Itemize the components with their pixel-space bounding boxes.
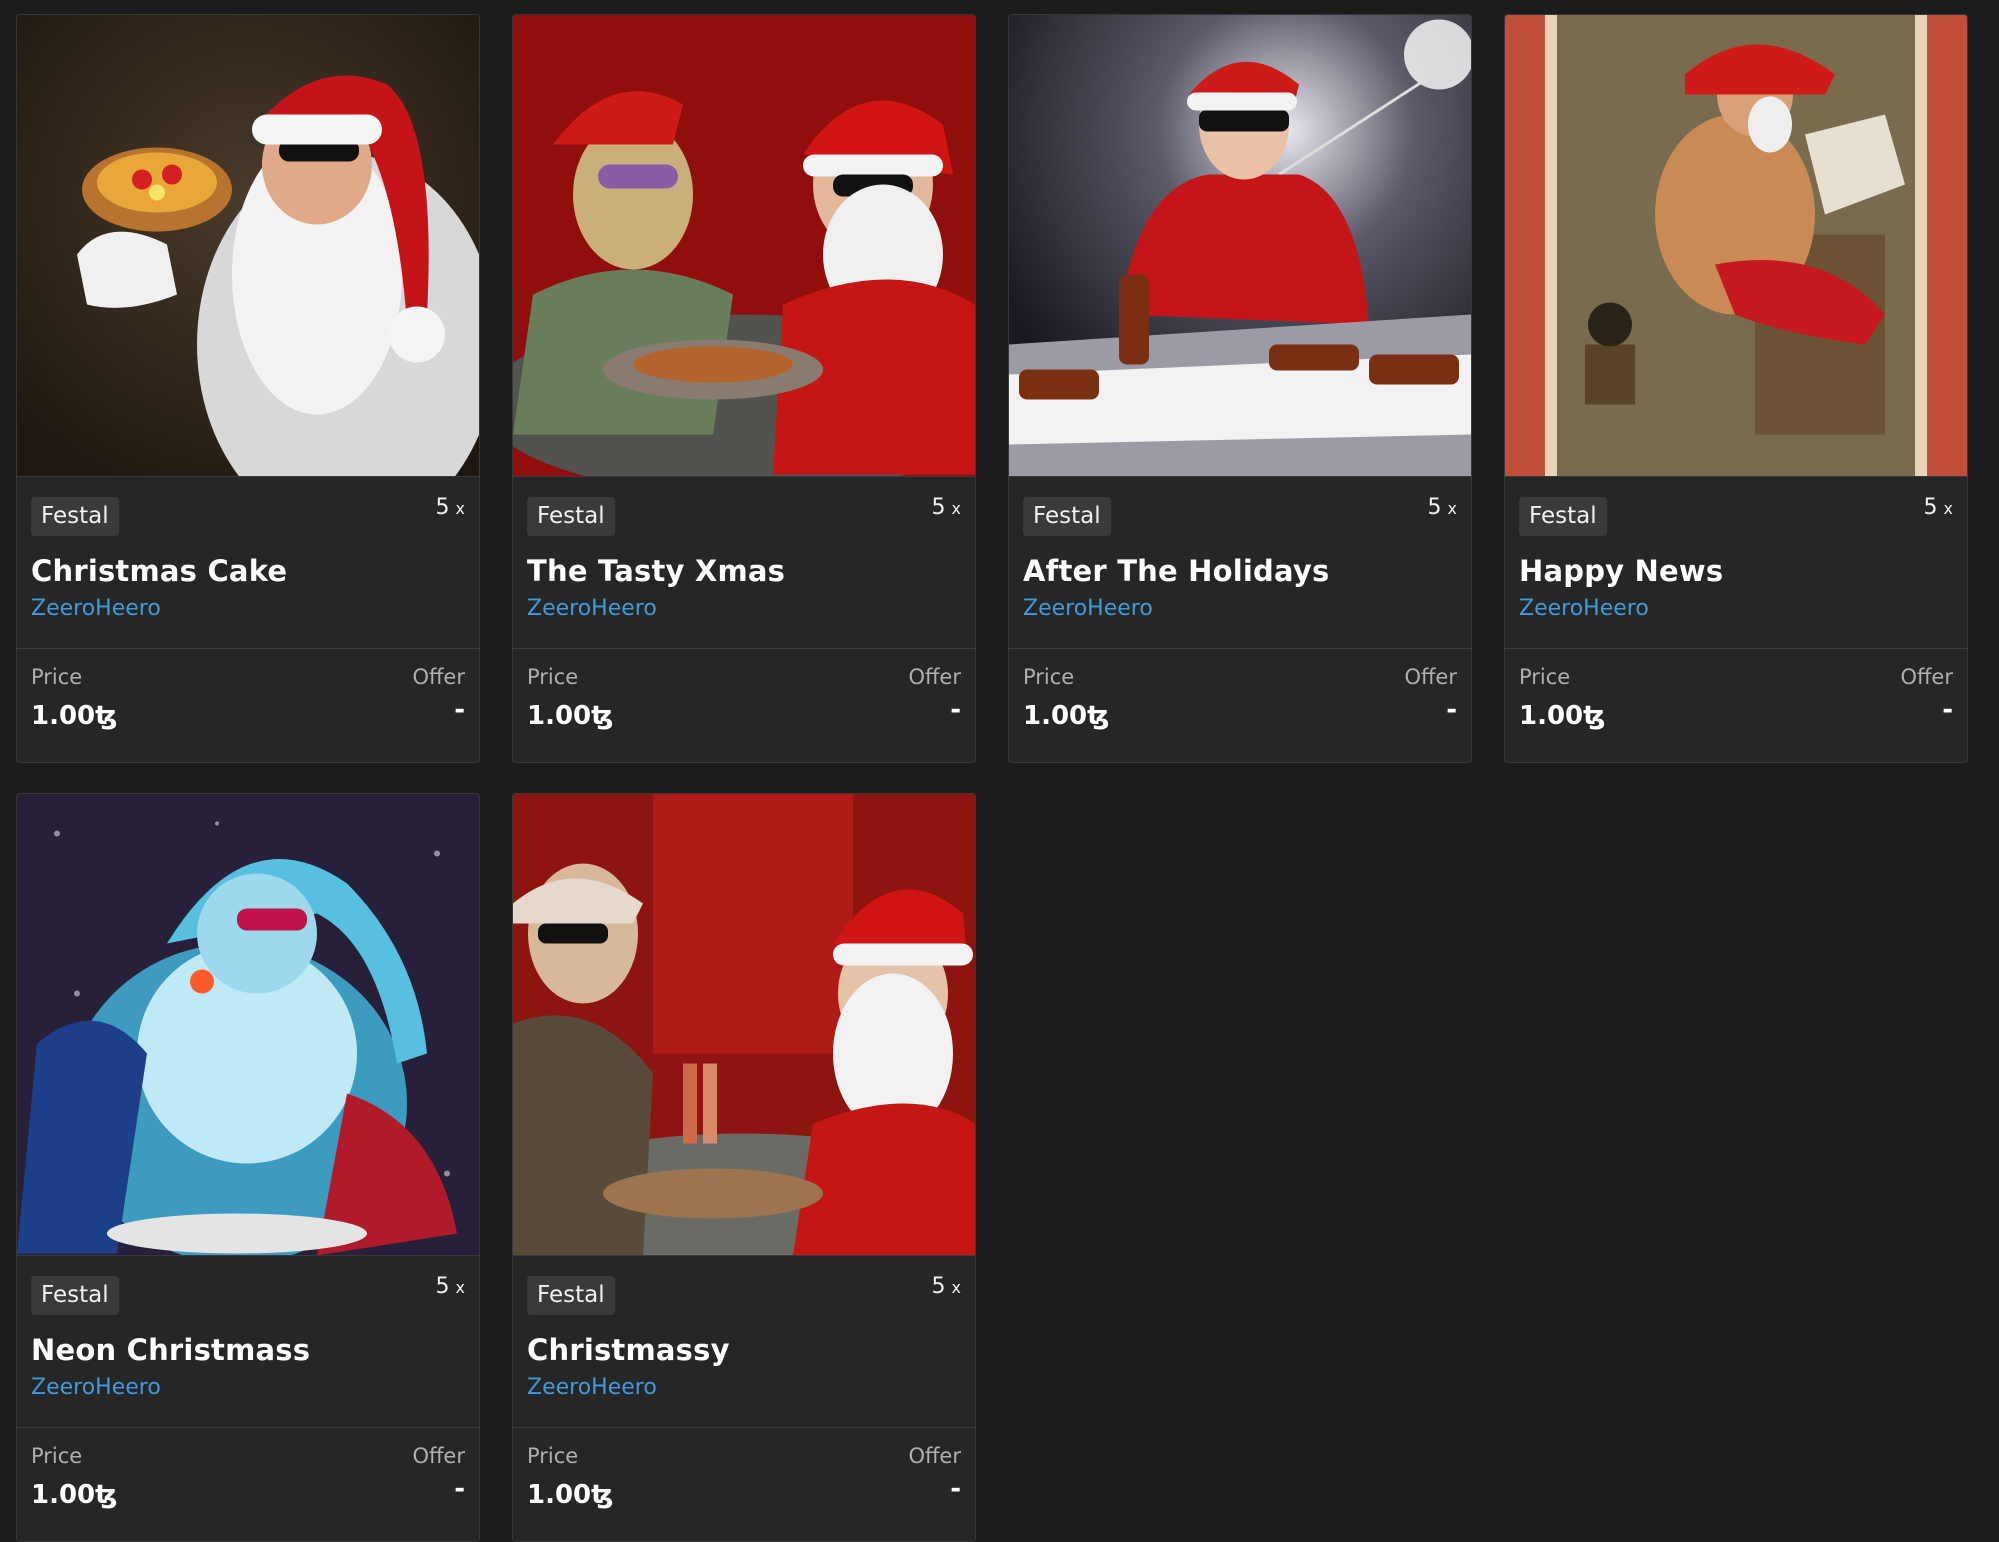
artist-link[interactable]: ZeeroHeero [1519, 596, 1649, 621]
edition-count: 5x [932, 1274, 961, 1299]
price-value: 1.00ꜩ [527, 1480, 614, 1510]
artwork-thumbnail[interactable] [513, 15, 975, 477]
card-pricing: Price Offer 1.00ꜩ - [17, 649, 479, 761]
artwork-image [1009, 15, 1471, 476]
artwork-title[interactable]: After The Holidays [1023, 554, 1457, 588]
artwork-title[interactable]: Christmas Cake [31, 554, 465, 588]
card-info: Festal 5x Christmassy ZeeroHeero [513, 1256, 975, 1428]
collection-tag[interactable]: Festal [1023, 497, 1111, 536]
edition-suffix: x [1447, 499, 1457, 518]
offer-label: Offer [1404, 665, 1457, 689]
artwork-title[interactable]: Christmassy [527, 1333, 961, 1367]
card-info: Festal 5x Christmas Cake ZeeroHeero [17, 477, 479, 649]
offer-label: Offer [412, 1444, 465, 1468]
edition-suffix: x [1943, 499, 1953, 518]
artist-link[interactable]: ZeeroHeero [1023, 596, 1153, 621]
artwork-image [513, 794, 975, 1255]
card-pricing: Price Offer 1.00ꜩ - [513, 649, 975, 761]
collection-tag[interactable]: Festal [527, 497, 615, 536]
edition-number: 5 [931, 1274, 946, 1299]
price-value: 1.00ꜩ [31, 701, 118, 731]
edition-number: 5 [435, 495, 450, 520]
artwork-thumbnail[interactable] [1009, 15, 1471, 477]
artwork-card[interactable]: Festal 5x After The Holidays ZeeroHeero … [1008, 14, 1472, 763]
edition-suffix: x [455, 499, 465, 518]
artwork-thumbnail[interactable] [1505, 15, 1967, 477]
artwork-title[interactable]: The Tasty Xmas [527, 554, 961, 588]
offer-value: - [454, 1474, 465, 1504]
artwork-card[interactable]: Festal 5x The Tasty Xmas ZeeroHeero Pric… [512, 14, 976, 763]
price-label: Price [31, 1444, 83, 1468]
artist-link[interactable]: ZeeroHeero [527, 1375, 657, 1400]
offer-value: - [1446, 695, 1457, 725]
artwork-card[interactable]: Festal 5x Christmassy ZeeroHeero Price O… [512, 793, 976, 1542]
edition-suffix: x [951, 1278, 961, 1297]
offer-label: Offer [908, 1444, 961, 1468]
price-label: Price [31, 665, 83, 689]
edition-count: 5x [932, 495, 961, 520]
collection-tag[interactable]: Festal [31, 1276, 119, 1315]
card-pricing: Price Offer 1.00ꜩ - [1009, 649, 1471, 761]
price-value: 1.00ꜩ [31, 1480, 118, 1510]
artwork-card[interactable]: Festal 5x Neon Christmass ZeeroHeero Pri… [16, 793, 480, 1542]
edition-number: 5 [1427, 495, 1442, 520]
collection-tag[interactable]: Festal [527, 1276, 615, 1315]
offer-label: Offer [412, 665, 465, 689]
price-label: Price [1023, 665, 1075, 689]
edition-number: 5 [435, 1274, 450, 1299]
collection-tag[interactable]: Festal [1519, 497, 1607, 536]
card-info: Festal 5x After The Holidays ZeeroHeero [1009, 477, 1471, 649]
artist-link[interactable]: ZeeroHeero [31, 1375, 161, 1400]
artwork-card[interactable]: Festal 5x Christmas Cake ZeeroHeero Pric… [16, 14, 480, 763]
artist-link[interactable]: ZeeroHeero [527, 596, 657, 621]
price-value: 1.00ꜩ [527, 701, 614, 731]
price-label: Price [527, 665, 579, 689]
price-value: 1.00ꜩ [1519, 701, 1606, 731]
artwork-title[interactable]: Neon Christmass [31, 1333, 465, 1367]
collection-tag[interactable]: Festal [31, 497, 119, 536]
offer-value: - [950, 1474, 961, 1504]
edition-suffix: x [951, 499, 961, 518]
artwork-thumbnail[interactable] [17, 15, 479, 477]
offer-value: - [454, 695, 465, 725]
edition-number: 5 [1923, 495, 1938, 520]
artist-link[interactable]: ZeeroHeero [31, 596, 161, 621]
offer-value: - [950, 695, 961, 725]
card-pricing: Price Offer 1.00ꜩ - [17, 1428, 479, 1540]
edition-count: 5x [436, 495, 465, 520]
card-info: Festal 5x Happy News ZeeroHeero [1505, 477, 1967, 649]
offer-label: Offer [1900, 665, 1953, 689]
edition-suffix: x [455, 1278, 465, 1297]
price-label: Price [527, 1444, 579, 1468]
artwork-thumbnail[interactable] [17, 794, 479, 1256]
artwork-image [513, 15, 975, 476]
nft-card-grid: Festal 5x Christmas Cake ZeeroHeero Pric… [16, 14, 1976, 1542]
artwork-thumbnail[interactable] [513, 794, 975, 1256]
artwork-title[interactable]: Happy News [1519, 554, 1953, 588]
card-info: Festal 5x Neon Christmass ZeeroHeero [17, 1256, 479, 1428]
edition-count: 5x [1428, 495, 1457, 520]
artwork-image [17, 15, 479, 476]
edition-count: 5x [436, 1274, 465, 1299]
offer-label: Offer [908, 665, 961, 689]
edition-count: 5x [1924, 495, 1953, 520]
artwork-image [17, 794, 479, 1255]
card-pricing: Price Offer 1.00ꜩ - [1505, 649, 1967, 761]
price-label: Price [1519, 665, 1571, 689]
card-pricing: Price Offer 1.00ꜩ - [513, 1428, 975, 1540]
artwork-image [1505, 15, 1967, 476]
price-value: 1.00ꜩ [1023, 701, 1110, 731]
edition-number: 5 [931, 495, 946, 520]
offer-value: - [1942, 695, 1953, 725]
card-info: Festal 5x The Tasty Xmas ZeeroHeero [513, 477, 975, 649]
artwork-card[interactable]: Festal 5x Happy News ZeeroHeero Price Of… [1504, 14, 1968, 763]
